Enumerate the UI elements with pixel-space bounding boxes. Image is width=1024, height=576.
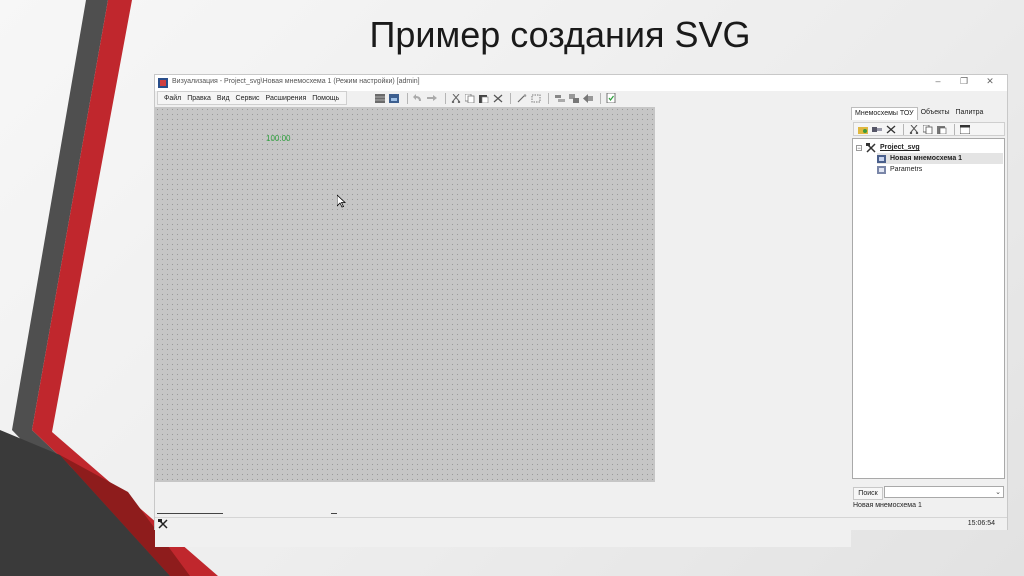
search-input[interactable]: ⌄ bbox=[884, 486, 1004, 498]
delete-icon bbox=[493, 94, 503, 102]
link-icon bbox=[872, 126, 882, 132]
tree-item-scheme[interactable]: Новая мнемосхема 1 bbox=[877, 153, 1003, 164]
align-button[interactable] bbox=[554, 93, 565, 104]
project-panel: Мнемосхемы ТОУ Объекты Палитра − Project… bbox=[851, 107, 1007, 517]
close-button[interactable]: ✕ bbox=[983, 76, 997, 87]
toolbar-separator bbox=[600, 92, 601, 104]
paste-icon bbox=[479, 94, 489, 103]
align-icon bbox=[554, 94, 565, 102]
tree-item-label: Parametrs bbox=[890, 166, 923, 173]
wand-icon bbox=[517, 93, 527, 102]
image-button[interactable] bbox=[389, 93, 400, 104]
copy-icon bbox=[465, 93, 475, 103]
document-check-icon bbox=[606, 93, 616, 103]
panel-settings-button[interactable] bbox=[959, 124, 971, 135]
search-label: Поиск bbox=[853, 487, 883, 500]
select-tool-button[interactable] bbox=[530, 93, 541, 104]
undo-icon bbox=[413, 93, 422, 101]
chevron-down-icon[interactable]: ⌄ bbox=[995, 488, 1001, 496]
layers-icon bbox=[568, 93, 579, 103]
clock-widget[interactable]: 100:00 bbox=[266, 134, 290, 143]
panel-toolbar bbox=[853, 122, 1005, 136]
tree-project[interactable]: − Project_svg bbox=[856, 142, 920, 153]
paste-button[interactable] bbox=[479, 93, 490, 104]
toolbar-separator bbox=[954, 123, 955, 135]
search-input-value bbox=[885, 495, 887, 502]
grid-icon bbox=[375, 93, 386, 103]
undo-button[interactable] bbox=[413, 93, 424, 104]
close-icon bbox=[886, 125, 896, 133]
tree-item-label: Новая мнемосхема 1 bbox=[890, 155, 963, 162]
toolbar-separator bbox=[903, 123, 904, 135]
tools-icon bbox=[866, 142, 876, 153]
status-clock: 15:06:54 bbox=[967, 520, 995, 527]
scissors-icon bbox=[451, 93, 461, 103]
properties-button[interactable] bbox=[871, 124, 883, 135]
select-icon bbox=[531, 94, 541, 102]
new-scheme-button[interactable] bbox=[857, 124, 869, 135]
project-name: Project_svg bbox=[880, 144, 920, 151]
design-canvas[interactable]: 100:00 bbox=[155, 107, 655, 482]
scissors-icon bbox=[909, 124, 919, 134]
window-icon bbox=[960, 124, 970, 134]
app-icon bbox=[158, 78, 168, 88]
toolbar-separator bbox=[548, 92, 550, 104]
tab-mnemoschemes[interactable]: Мнемосхемы ТОУ bbox=[851, 107, 918, 120]
panel-tabs: Мнемосхемы ТОУ Объекты Палитра bbox=[851, 107, 986, 120]
app-window: Визуализация - Project_svg\Новая мнемосх… bbox=[154, 74, 1008, 547]
tools-icon bbox=[158, 519, 168, 529]
arrange-button[interactable] bbox=[582, 93, 593, 104]
tab-objects[interactable]: Объекты bbox=[918, 107, 953, 119]
editor-area: 100:00 bbox=[155, 107, 851, 547]
menu-view[interactable]: Вид bbox=[217, 95, 230, 102]
remove-button[interactable] bbox=[885, 124, 897, 135]
copy-icon bbox=[923, 124, 933, 134]
redo-icon bbox=[427, 94, 438, 101]
toolbar-separator bbox=[444, 92, 446, 104]
scheme-tree: − Project_svg Новая мнемосхема 1 Paramet… bbox=[852, 138, 1005, 479]
apply-button[interactable] bbox=[606, 93, 617, 104]
status-bar: 15:06:54 bbox=[155, 517, 1007, 530]
mouse-cursor-icon bbox=[337, 195, 346, 208]
panel-copy-button[interactable] bbox=[922, 124, 934, 135]
grid-button[interactable] bbox=[375, 93, 386, 104]
tab-palette[interactable]: Палитра bbox=[952, 107, 986, 119]
menu-extensions[interactable]: Расширения bbox=[266, 95, 307, 102]
image-icon bbox=[389, 93, 400, 103]
panel-cut-button[interactable] bbox=[908, 124, 920, 135]
collapse-icon[interactable]: − bbox=[856, 144, 862, 152]
dark-wedge bbox=[0, 430, 170, 576]
scheme-icon bbox=[877, 165, 886, 174]
toolbar-separator bbox=[406, 92, 408, 104]
window-titlebar: Визуализация - Project_svg\Новая мнемосх… bbox=[155, 75, 1007, 91]
arrange-icon bbox=[582, 93, 593, 103]
folder-add-icon bbox=[858, 126, 868, 134]
menu-file[interactable]: Файл bbox=[164, 95, 181, 102]
menu-edit[interactable]: Правка bbox=[187, 95, 211, 102]
delete-button[interactable] bbox=[492, 93, 503, 104]
copy-button[interactable] bbox=[465, 93, 476, 104]
pointer-tool-button[interactable] bbox=[516, 93, 527, 104]
scheme-icon bbox=[877, 154, 886, 163]
menu-help[interactable]: Помощь bbox=[312, 95, 339, 102]
window-title: Визуализация - Project_svg\Новая мнемосх… bbox=[172, 78, 420, 85]
panel-paste-button[interactable] bbox=[936, 124, 948, 135]
cut-button[interactable] bbox=[451, 93, 462, 104]
main-toolbar bbox=[375, 91, 619, 105]
search-row: Поиск ⌄ bbox=[851, 485, 1007, 500]
minimize-button[interactable]: – bbox=[931, 76, 945, 86]
maximize-button[interactable]: ❐ bbox=[957, 76, 971, 87]
menu-service[interactable]: Сервис bbox=[236, 95, 260, 102]
paste-icon bbox=[937, 125, 947, 134]
tree-item-parametrs[interactable]: Parametrs bbox=[877, 164, 922, 175]
menu-bar: Файл Правка Вид Сервис Расширения Помощь bbox=[157, 91, 347, 105]
hint-dash bbox=[331, 513, 337, 514]
hint-dash bbox=[157, 513, 223, 514]
slide-title: Пример создания SVG bbox=[369, 14, 751, 55]
redo-button[interactable] bbox=[427, 93, 438, 104]
toolbar-separator bbox=[510, 92, 512, 104]
selected-scheme-label: Новая мнемосхема 1 bbox=[853, 502, 922, 509]
layers-button[interactable] bbox=[568, 93, 579, 104]
